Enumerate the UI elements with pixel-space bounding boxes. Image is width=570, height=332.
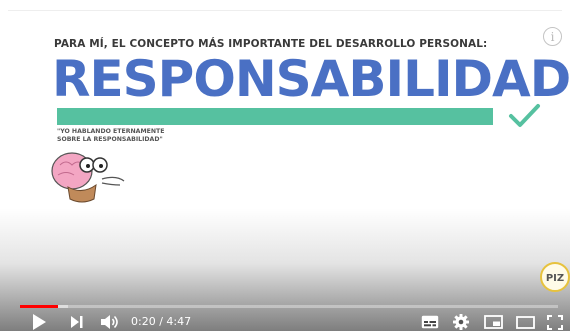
- fullscreen-button[interactable]: [544, 312, 566, 332]
- quote-caption: "YO HABLANDO ETERNAMENTE SOBRE LA RESPON…: [57, 128, 165, 143]
- watermark-text: PIZ: [546, 273, 564, 284]
- settings-icon: [453, 314, 469, 330]
- play-icon: [33, 314, 46, 330]
- brain-character-illustration: [51, 152, 125, 203]
- next-icon: [71, 316, 83, 328]
- theater-mode-button[interactable]: [514, 312, 536, 332]
- duration: 4:47: [166, 315, 192, 328]
- time-display: 0:20 / 4:47: [131, 315, 191, 328]
- highlight-bar: [57, 108, 493, 125]
- theater-icon: [515, 315, 535, 329]
- miniplayer-button[interactable]: [482, 312, 504, 332]
- play-button[interactable]: [30, 312, 48, 332]
- settings-button[interactable]: [451, 312, 471, 332]
- volume-button[interactable]: [98, 312, 120, 332]
- current-time: 0:20: [131, 315, 156, 328]
- video-headline: RESPONSABILIDAD: [52, 50, 570, 108]
- info-icon[interactable]: i: [543, 27, 562, 46]
- subtitles-button[interactable]: [420, 312, 440, 332]
- fullscreen-icon: [547, 314, 563, 330]
- video-subtitle: PARA MÍ, EL CONCEPTO MÁS IMPORTANTE DEL …: [54, 38, 488, 50]
- checkmark-icon: [509, 104, 540, 127]
- time-separator: /: [159, 315, 163, 328]
- channel-watermark[interactable]: PIZ: [538, 260, 570, 294]
- next-button[interactable]: [68, 312, 86, 332]
- subtitles-icon: [421, 315, 439, 329]
- volume-icon: [100, 315, 118, 329]
- miniplayer-icon: [483, 315, 503, 329]
- top-divider: [8, 10, 562, 11]
- progress-played: [20, 305, 58, 308]
- progress-bar[interactable]: [20, 305, 558, 308]
